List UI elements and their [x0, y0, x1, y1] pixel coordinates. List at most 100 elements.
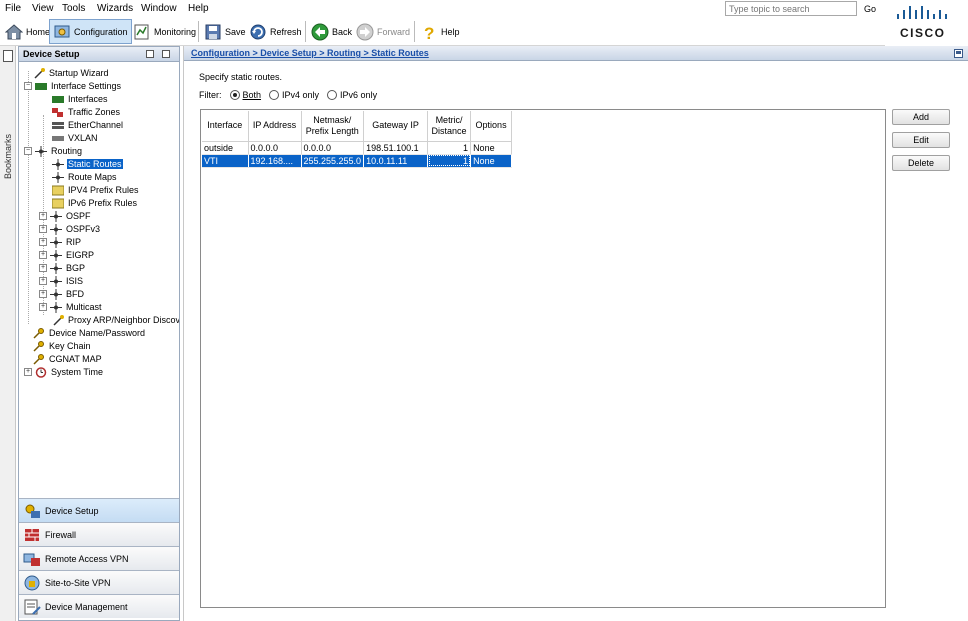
tree-item-vxlan[interactable]: VXLAN — [52, 132, 99, 144]
tree-item-key-chain[interactable]: Key Chain — [33, 340, 92, 352]
column-header-metric[interactable]: Metric/ Distance — [427, 111, 472, 142]
filter-label: Filter: — [199, 90, 222, 100]
menu-file[interactable]: File — [5, 3, 21, 14]
breadcrumb-bar: Configuration > Device Setup > Routing >… — [184, 46, 968, 61]
tree-item-ospfv3[interactable]: + OSPFv3 — [39, 223, 101, 235]
back-arrow-icon — [311, 23, 329, 41]
tree-item-static-routes[interactable]: Static Routes — [52, 158, 123, 170]
collapse-icon[interactable]: − — [24, 82, 32, 90]
tree-item-traffic-zones[interactable]: Traffic Zones — [52, 106, 121, 118]
tree-item-ospf[interactable]: + OSPF — [39, 210, 92, 222]
tree-item-interfaces[interactable]: Interfaces — [52, 93, 109, 105]
routing-icon — [50, 236, 62, 248]
column-header-gateway-ip[interactable]: Gateway IP — [363, 111, 429, 142]
menu-wizards[interactable]: Wizards — [97, 3, 133, 14]
filter-ipv4-label[interactable]: IPv4 only — [282, 90, 319, 100]
filter-ipv6-radio[interactable] — [327, 90, 338, 100]
nav-site-to-site-vpn[interactable]: Site-to-Site VPN — [19, 570, 179, 594]
expand-icon[interactable]: + — [39, 277, 47, 285]
home-button[interactable]: Home — [2, 19, 53, 44]
forward-button[interactable]: Forward — [353, 19, 413, 44]
static-routes-table: Interface IP Address Netmask/ Prefix Len… — [202, 111, 513, 168]
filter-both-label[interactable]: Both — [243, 90, 262, 100]
collapse-icon[interactable]: − — [24, 147, 32, 155]
save-icon — [204, 23, 222, 41]
delete-button[interactable]: Delete — [892, 155, 950, 171]
menu-help[interactable]: Help — [188, 3, 209, 14]
panel-title: Device Setup — [23, 49, 80, 59]
expand-icon[interactable]: + — [39, 303, 47, 311]
tree-item-startup-wizard[interactable]: Startup Wizard — [33, 67, 110, 79]
nav-device-management[interactable]: Device Management — [19, 594, 179, 618]
bookmarks-label: Bookmarks — [3, 133, 13, 179]
filter-ipv6-label[interactable]: IPv6 only — [340, 90, 377, 100]
route-map-icon — [52, 171, 64, 183]
maximize-icon[interactable] — [954, 49, 963, 58]
filter-group: Filter: Both IPv4 only IPv6 only — [199, 90, 377, 100]
proxy-arp-icon — [52, 314, 64, 326]
column-header-netmask[interactable]: Netmask/ Prefix Length — [301, 111, 365, 142]
edit-button[interactable]: Edit — [892, 132, 950, 148]
monitoring-icon — [133, 23, 151, 41]
help-button[interactable]: ? Help — [417, 19, 463, 44]
expand-icon[interactable]: + — [39, 225, 47, 233]
monitoring-button[interactable]: Monitoring — [130, 19, 199, 44]
menu-window[interactable]: Window — [141, 3, 177, 14]
bookmarks-strip[interactable]: Bookmarks — [0, 46, 16, 621]
expand-icon[interactable]: + — [24, 368, 32, 376]
search-input[interactable] — [725, 1, 857, 16]
breadcrumb[interactable]: Configuration > Device Setup > Routing >… — [191, 48, 429, 58]
configuration-button[interactable]: Configuration — [49, 19, 132, 44]
tree-item-device-name-password[interactable]: Device Name/Password — [33, 327, 146, 339]
column-header-interface[interactable]: Interface — [202, 111, 249, 142]
column-header-ip-address[interactable]: IP Address — [248, 111, 302, 142]
pin-panel-icon[interactable] — [162, 50, 170, 58]
add-button[interactable]: Add — [892, 109, 950, 125]
cell-netmask: 0.0.0.0 — [301, 141, 365, 155]
float-panel-icon[interactable] — [146, 50, 154, 58]
key-icon — [33, 340, 45, 352]
filter-both-radio[interactable] — [229, 90, 240, 100]
table-row[interactable]: VTI 192.168.... 255.255.255.0 10.0.11.11… — [202, 154, 513, 168]
save-button[interactable]: Save — [201, 19, 249, 44]
refresh-button[interactable]: Refresh — [246, 19, 305, 44]
cell-metric: 1 — [427, 154, 472, 168]
nav-device-setup[interactable]: Device Setup — [19, 498, 179, 522]
tree-item-ipv4-prefix-rules[interactable]: IPV4 Prefix Rules — [51, 184, 140, 196]
panel-splitter[interactable] — [19, 493, 179, 497]
tree-item-bgp[interactable]: + BGP — [39, 262, 86, 274]
menu-tools[interactable]: Tools — [62, 3, 85, 14]
tree-item-isis[interactable]: + ISIS — [39, 275, 84, 287]
filter-ipv4-radio[interactable] — [269, 90, 280, 100]
column-header-options[interactable]: Options — [470, 111, 513, 142]
expand-icon[interactable]: + — [39, 251, 47, 259]
tree-item-etherchannel[interactable]: EtherChannel — [52, 119, 124, 131]
back-button[interactable]: Back — [308, 19, 355, 44]
table-row[interactable]: outside 0.0.0.0 0.0.0.0 198.51.100.1 1 N… — [202, 141, 513, 155]
expand-icon[interactable]: + — [39, 264, 47, 272]
tree-item-interface-settings[interactable]: − Interface Settings — [24, 80, 122, 92]
tree-item-system-time[interactable]: + System Time — [24, 366, 104, 378]
tree-item-multicast[interactable]: + Multicast — [39, 301, 103, 313]
go-button[interactable]: Go — [859, 1, 881, 16]
tree-item-cgnat-map[interactable]: CGNAT MAP — [33, 353, 103, 365]
tree-item-ipv6-prefix-rules[interactable]: IPv6 Prefix Rules — [51, 197, 138, 209]
expand-icon[interactable]: + — [39, 238, 47, 246]
tree-item-bfd[interactable]: + BFD — [39, 288, 85, 300]
cell-options: None — [470, 141, 513, 155]
prefix-rules-icon — [51, 198, 65, 209]
tree-item-proxy-arp[interactable]: Proxy ARP/Neighbor Discove — [52, 314, 179, 326]
expand-icon[interactable]: + — [39, 290, 47, 298]
menu-view[interactable]: View — [32, 3, 54, 14]
nav-firewall[interactable]: Firewall — [19, 522, 179, 546]
cell-metric: 1 — [427, 141, 472, 155]
key-icon — [33, 353, 45, 365]
help-icon: ? — [420, 23, 438, 43]
expand-icon[interactable]: + — [39, 212, 47, 220]
tree-item-routing[interactable]: − Routing — [24, 145, 83, 157]
tree-item-rip[interactable]: + RIP — [39, 236, 82, 248]
nav-remote-access-vpn[interactable]: Remote Access VPN — [19, 546, 179, 570]
tree-item-route-maps[interactable]: Route Maps — [52, 171, 118, 183]
clock-icon — [35, 366, 47, 378]
tree-item-eigrp[interactable]: + EIGRP — [39, 249, 95, 261]
